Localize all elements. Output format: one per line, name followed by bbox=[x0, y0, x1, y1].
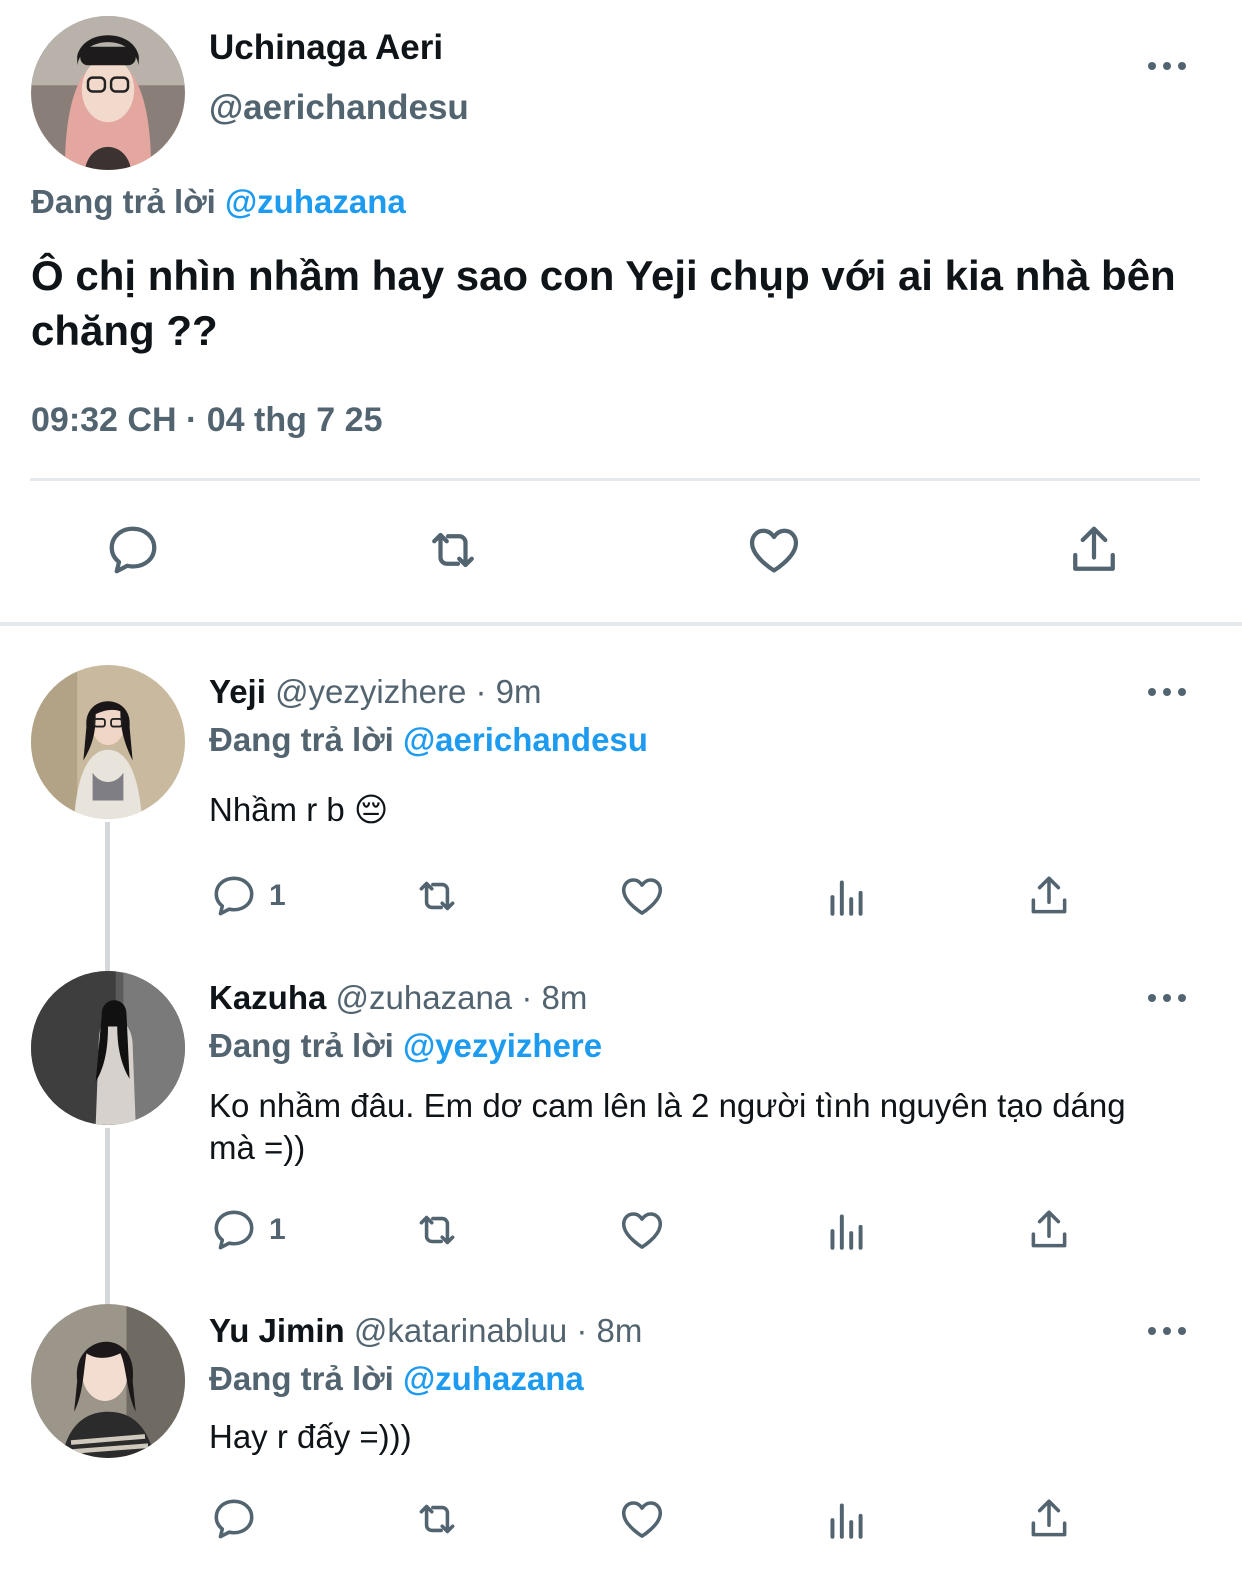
views-icon bbox=[821, 1494, 871, 1544]
reply-handle-time[interactable]: @katarinabluu · 8m bbox=[354, 1312, 642, 1349]
more-options-icon[interactable] bbox=[1145, 988, 1189, 1008]
retweet-button[interactable] bbox=[423, 520, 483, 580]
reply-icon bbox=[209, 1205, 259, 1255]
reply-text: Nhầm r b 😔 bbox=[209, 791, 389, 828]
reply-author-name[interactable]: Yu Jimin bbox=[209, 1312, 345, 1349]
share-button[interactable] bbox=[1024, 1494, 1074, 1544]
like-icon bbox=[617, 1205, 667, 1255]
section-divider bbox=[0, 622, 1242, 626]
replying-mention-link[interactable]: @yezyizhere bbox=[403, 1027, 602, 1064]
reply-text: Hay r đấy =))) bbox=[209, 1418, 412, 1455]
tweet-text: Ô chị nhìn nhầm hay sao con Yeji chụp vớ… bbox=[31, 252, 1176, 354]
share-icon bbox=[1024, 871, 1074, 921]
views-icon bbox=[821, 871, 871, 921]
views-button[interactable] bbox=[821, 1494, 871, 1544]
reply-author-name[interactable]: Yeji bbox=[209, 673, 266, 710]
tweet-timestamp[interactable]: 09:32 CH · 04 thg 7 25 bbox=[31, 401, 382, 440]
like-button[interactable] bbox=[617, 871, 667, 921]
reply-button[interactable]: 1 bbox=[209, 871, 286, 921]
share-button[interactable] bbox=[1024, 1205, 1074, 1255]
views-icon bbox=[821, 1205, 871, 1255]
retweet-icon bbox=[412, 1494, 462, 1544]
reply-item: Yu Jimin @katarinabluu · 8m Đang trả lời… bbox=[0, 1304, 1242, 1586]
replying-mention-link[interactable]: @zuhazana bbox=[225, 183, 406, 220]
divider bbox=[30, 478, 1200, 481]
author-name[interactable]: Uchinaga Aeri bbox=[209, 28, 443, 68]
replying-label: Đang trả lời bbox=[209, 1360, 394, 1397]
avatar[interactable] bbox=[31, 971, 185, 1125]
reply-item: Kazuha @zuhazana · 8m Đang trả lời @yezy… bbox=[0, 971, 1242, 1291]
replying-to: Đang trả lời @zuhazana bbox=[209, 1360, 584, 1398]
reply-count: 1 bbox=[269, 879, 286, 912]
reply-item: Yeji @yezyizhere · 9m Đang trả lời @aeri… bbox=[0, 665, 1242, 965]
replying-mention-link[interactable]: @aerichandesu bbox=[403, 721, 648, 758]
retweet-icon bbox=[412, 1205, 462, 1255]
retweet-button[interactable] bbox=[412, 1494, 462, 1544]
replying-label: Đang trả lời bbox=[209, 1027, 394, 1064]
share-icon bbox=[1024, 1494, 1074, 1544]
retweet-button[interactable] bbox=[412, 871, 462, 921]
more-options-icon[interactable] bbox=[1145, 56, 1189, 76]
author-avatar[interactable] bbox=[31, 16, 185, 170]
reply-button[interactable]: 1 bbox=[209, 1205, 286, 1255]
avatar[interactable] bbox=[31, 1304, 185, 1458]
like-button[interactable] bbox=[617, 1205, 667, 1255]
reply-count: 1 bbox=[269, 1213, 286, 1246]
reply-icon bbox=[209, 1494, 259, 1544]
reply-author-name[interactable]: Kazuha bbox=[209, 979, 326, 1016]
reply-header: Kazuha @zuhazana · 8m bbox=[209, 979, 587, 1017]
views-button[interactable] bbox=[821, 871, 871, 921]
replying-to: Đang trả lời @yezyizhere bbox=[209, 1027, 602, 1065]
like-icon bbox=[744, 520, 804, 580]
like-icon bbox=[617, 871, 667, 921]
avatar[interactable] bbox=[31, 665, 185, 819]
share-button[interactable] bbox=[1024, 871, 1074, 921]
reply-text: Ko nhầm đâu. Em dơ cam lên là 2 người tì… bbox=[209, 1087, 1126, 1166]
replying-to: Đang trả lời @zuhazana bbox=[31, 183, 406, 221]
author-handle[interactable]: @aerichandesu bbox=[209, 88, 469, 128]
replying-to: Đang trả lời @aerichandesu bbox=[209, 721, 648, 759]
more-options-icon[interactable] bbox=[1145, 682, 1189, 702]
like-icon bbox=[617, 1494, 667, 1544]
main-tweet: Uchinaga Aeri @aerichandesu Đang trả lời… bbox=[0, 0, 1242, 624]
like-button[interactable] bbox=[617, 1494, 667, 1544]
reply-button[interactable] bbox=[103, 520, 163, 580]
retweet-icon bbox=[412, 871, 462, 921]
share-icon bbox=[1024, 1205, 1074, 1255]
retweet-button[interactable] bbox=[412, 1205, 462, 1255]
more-options-icon[interactable] bbox=[1145, 1321, 1189, 1341]
reply-button[interactable] bbox=[209, 1494, 269, 1544]
replying-label: Đang trả lời bbox=[209, 721, 394, 758]
replying-mention-link[interactable]: @zuhazana bbox=[403, 1360, 584, 1397]
reply-icon bbox=[209, 871, 259, 921]
reply-header: Yeji @yezyizhere · 9m bbox=[209, 673, 541, 711]
share-button[interactable] bbox=[1064, 520, 1124, 580]
views-button[interactable] bbox=[821, 1205, 871, 1255]
retweet-icon bbox=[423, 520, 483, 580]
reply-header: Yu Jimin @katarinabluu · 8m bbox=[209, 1312, 642, 1350]
like-button[interactable] bbox=[744, 520, 804, 580]
reply-icon bbox=[103, 520, 163, 580]
reply-handle-time[interactable]: @yezyizhere · 9m bbox=[275, 673, 541, 710]
reply-handle-time[interactable]: @zuhazana · 8m bbox=[336, 979, 588, 1016]
share-icon bbox=[1064, 520, 1124, 580]
replying-label: Đang trả lời bbox=[31, 183, 216, 220]
